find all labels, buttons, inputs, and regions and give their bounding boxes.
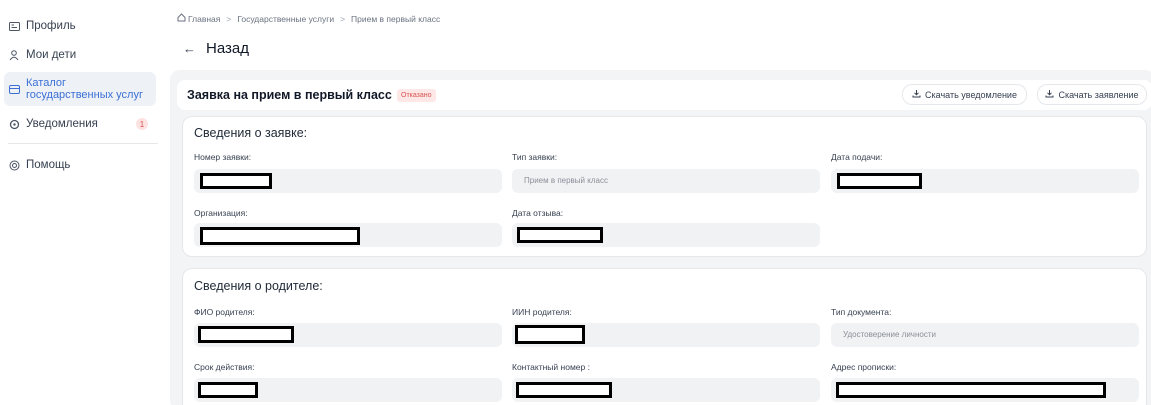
bell-icon: [8, 118, 20, 130]
help-icon: [8, 159, 20, 171]
sidebar-item-label: Профиль: [26, 20, 76, 32]
notification-count-badge: 1: [136, 118, 148, 130]
submission-date-label: Дата подачи:: [831, 152, 883, 162]
sidebar-item-label: государственных услуг: [26, 89, 143, 101]
redaction-box: [200, 173, 272, 189]
organization-label: Организация:: [194, 208, 248, 218]
sidebar-item-help[interactable]: Помощь: [8, 157, 156, 173]
request-type-value: Прием в первый класс: [524, 176, 608, 185]
document-type-value: Удостоверение личности: [843, 330, 936, 339]
download-application-button[interactable]: Скачать заявление: [1037, 84, 1147, 105]
back-button[interactable]: ← Назад: [183, 40, 249, 57]
download-icon: [1045, 89, 1054, 100]
request-type-label: Тип заявки:: [512, 152, 558, 162]
sidebar-divider: [8, 143, 158, 144]
children-icon: [8, 49, 20, 61]
redaction-box: [516, 382, 612, 398]
redaction-box: [836, 382, 1106, 398]
back-label: Назад: [206, 40, 249, 57]
breadcrumb-current: Прием в первый класс: [351, 13, 441, 24]
breadcrumb-separator: >: [340, 13, 346, 24]
id-card-icon: [8, 20, 20, 32]
request-number-label: Номер заявки:: [194, 152, 252, 162]
download-icon: [912, 89, 921, 100]
parent-iin-label: ИИН родителя:: [512, 307, 572, 317]
download-notice-label: Скачать уведомление: [925, 89, 1017, 100]
validity-label: Срок действия:: [194, 362, 255, 372]
sidebar-item-label: Каталог: [26, 77, 66, 89]
sidebar-item-label: Уведомления: [26, 118, 98, 130]
download-notice-button[interactable]: Скачать уведомление: [902, 84, 1027, 105]
withdrawal-date-label: Дата отзыва:: [512, 208, 564, 218]
request-section-title: Сведения о заявке:: [194, 126, 308, 140]
back-arrow-icon: ←: [183, 41, 196, 56]
breadcrumb-home[interactable]: Главная: [188, 14, 220, 24]
sidebar-item-label: Помощь: [26, 159, 71, 171]
redaction-box: [198, 326, 294, 343]
sidebar-item-notifications[interactable]: Уведомления 1: [8, 116, 156, 132]
breadcrumb-gov-services[interactable]: Государственные услуги: [237, 14, 334, 24]
document-type-field: Удостоверение личности: [831, 323, 1139, 347]
sidebar-item-catalog[interactable]: Каталог государственных услуг: [4, 72, 156, 106]
download-application-label: Скачать заявление: [1058, 89, 1139, 100]
home-icon[interactable]: [177, 13, 186, 24]
redaction-box: [837, 173, 922, 189]
sidebar: Профиль Мои дети Каталог государственных…: [0, 0, 160, 405]
sidebar-item-label: Мои дети: [26, 49, 77, 61]
document-type-label: Тип документа:: [831, 307, 892, 317]
application-title: Заявка на прием в первый класс: [187, 88, 392, 102]
redaction-box: [517, 227, 603, 243]
parent-fio-label: ФИО родителя:: [194, 307, 255, 317]
sidebar-item-profile[interactable]: Профиль: [8, 18, 156, 34]
redaction-box: [200, 227, 360, 245]
parent-section-title: Сведения о родителе:: [194, 279, 323, 293]
catalog-icon: [8, 83, 20, 95]
sidebar-item-children[interactable]: Мои дети: [8, 47, 156, 63]
redaction-box: [198, 382, 258, 398]
registration-address-label: Адрес прописки:: [831, 362, 897, 372]
request-type-field: Прием в первый класс: [512, 169, 820, 193]
breadcrumb-separator: >: [226, 13, 232, 24]
breadcrumb: Главная > Государственные услуги > Прием…: [177, 13, 440, 24]
redaction-box: [515, 325, 585, 344]
contact-number-label: Контактный номер :: [512, 362, 590, 372]
status-badge: Отказано: [397, 89, 436, 102]
